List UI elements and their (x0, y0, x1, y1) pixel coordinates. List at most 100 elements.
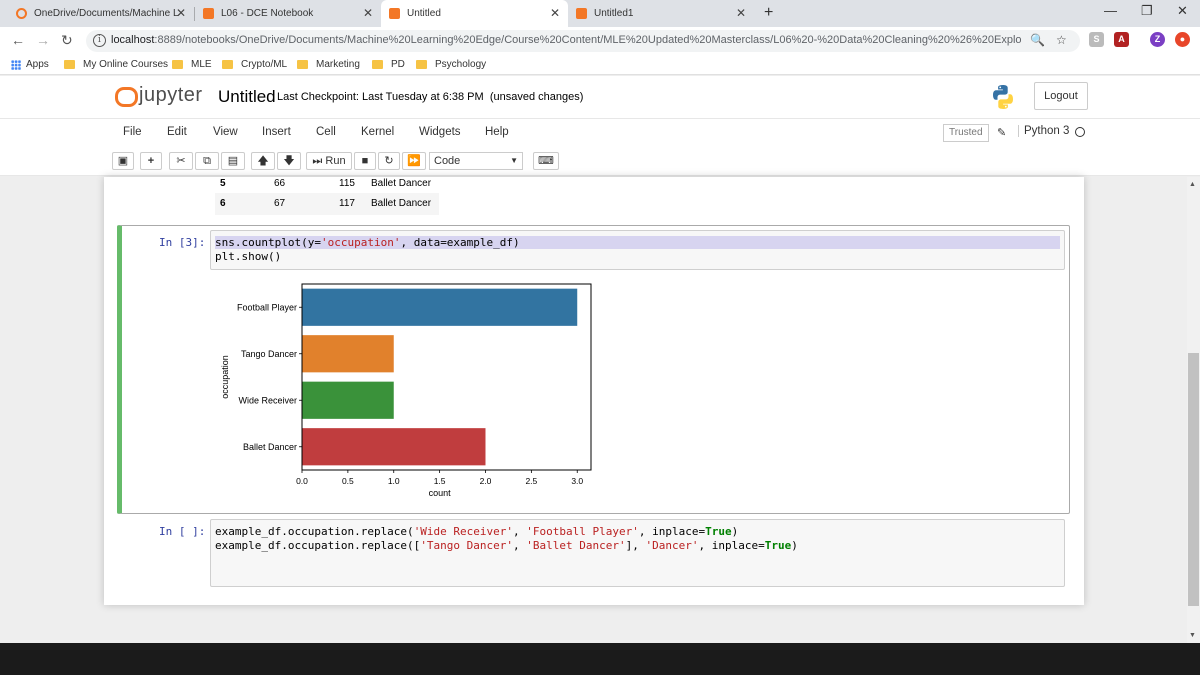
browser-tab-active[interactable]: Untitled ✕ (381, 0, 568, 27)
menu-widgets[interactable]: Widgets (419, 126, 461, 138)
bookmarks-bar: Apps My Online Courses MLE Crypto/ML Mar… (0, 55, 1200, 75)
folder-icon (222, 60, 233, 69)
omnibox[interactable]: i localhost:8889/notebooks/OneDrive/Docu… (86, 30, 1080, 52)
apps-grid-icon (11, 59, 21, 70)
menu-file[interactable]: File (123, 126, 142, 138)
tab-close-icon[interactable]: ✕ (176, 7, 186, 19)
checkpoint-text: Last Checkpoint: Last Tuesday at 6:38 PM (277, 91, 484, 103)
menu-edit[interactable]: Edit (167, 126, 187, 138)
kernel-name[interactable]: Python 3 (1018, 125, 1069, 137)
run-button[interactable]: ⏭ Run (306, 152, 352, 170)
cell-value: Ballet Dancer (371, 178, 432, 189)
folder-icon (416, 60, 427, 69)
bookmark-label: Crypto/ML (241, 59, 288, 70)
bookmark-folder[interactable]: Crypto/ML (222, 59, 287, 70)
code-line: example_df.occupation.replace('Wide Rece… (215, 525, 739, 538)
bookmark-apps[interactable]: Apps (11, 59, 49, 70)
trusted-badge[interactable]: Trusted (943, 124, 989, 142)
zoom-icon[interactable]: 🔍 (1030, 33, 1045, 47)
folder-icon (64, 60, 75, 69)
jupyter-logo[interactable]: jupyter (114, 84, 203, 107)
menu-insert[interactable]: Insert (262, 126, 291, 138)
cell-value: 67 (274, 198, 286, 209)
paste-icon[interactable]: ▤ (221, 152, 245, 170)
menu-view[interactable]: View (213, 126, 238, 138)
copy-icon[interactable]: ⧉ (195, 152, 219, 170)
y-tick-label: Wide Receiver (238, 395, 297, 405)
restart-icon[interactable]: ↻ (378, 152, 400, 170)
jupyter-logo-icon (114, 85, 138, 107)
x-axis-label: count (429, 488, 452, 498)
pdf-extension-icon[interactable]: A (1114, 32, 1129, 47)
x-tick-label: 1.5 (434, 476, 446, 486)
window-close-icon[interactable]: ✕ (1177, 3, 1188, 19)
scroll-up-icon[interactable]: ▲ (1189, 181, 1196, 188)
menu-help[interactable]: Help (485, 126, 509, 138)
menubar: File Edit View Insert Cell Kernel Widget… (0, 118, 1200, 146)
chart-bar (302, 428, 486, 466)
x-tick-label: 0.0 (296, 476, 308, 486)
tab-close-icon[interactable]: ✕ (550, 7, 560, 19)
row-index: 5 (220, 178, 226, 189)
browser-tab[interactable]: Untitled1 ✕ (568, 0, 754, 27)
code-line: example_df.occupation.replace(['Tango Da… (215, 539, 798, 552)
y-tick-label: Ballet Dancer (243, 442, 297, 452)
site-info-icon[interactable]: i (93, 34, 106, 47)
restart-run-all-icon[interactable]: ⏩ (402, 152, 426, 170)
extension-icon[interactable]: ● (1175, 32, 1190, 47)
cell-value: Ballet Dancer (371, 198, 432, 209)
countplot-chart: Football Player Tango Dancer Wide Receiver… (220, 283, 592, 498)
bookmark-folder[interactable]: Psychology (416, 59, 486, 70)
url-text[interactable]: localhost:8889/notebooks/OneDrive/Docume… (111, 34, 1021, 46)
browser-tab[interactable]: OneDrive/Documents/Machine L ✕ (8, 0, 194, 27)
code-line: sns.countplot(y='occupation', data=examp… (215, 236, 1060, 249)
move-up-icon[interactable]: 🡅 (251, 152, 275, 170)
tab-title: Untitled1 (594, 8, 634, 19)
profile-avatar[interactable]: Z (1150, 32, 1165, 47)
y-axis-label: occupation (220, 355, 230, 399)
cut-icon[interactable]: ✂ (169, 152, 193, 170)
bookmark-folder[interactable]: My Online Courses (64, 59, 168, 70)
tab-close-icon[interactable]: ✕ (736, 7, 746, 19)
notebook-toolbar: ▣ + ✂ ⧉ ▤ 🡅 🡇 ⏭ Run ■ ↻ ⏩ Code ▼ ⌨ (0, 146, 1200, 176)
new-tab-icon[interactable]: + (764, 4, 773, 22)
y-tick-label: Football Player (237, 302, 297, 312)
checkpoint-status: Last Checkpoint: Last Tuesday at 6:38 PM… (277, 91, 583, 103)
bookmark-folder[interactable]: PD (372, 59, 405, 70)
back-icon[interactable]: ← (11, 32, 25, 48)
forward-icon[interactable]: → (36, 32, 50, 48)
scroll-down-icon[interactable]: ▼ (1189, 632, 1196, 639)
tab-title: L06 - DCE Notebook (221, 8, 314, 19)
cell-type-select[interactable]: Code ▼ (429, 152, 523, 170)
scrollbar-thumb[interactable] (1188, 353, 1199, 606)
tab-close-icon[interactable]: ✕ (363, 7, 373, 19)
cell-value: 117 (339, 198, 355, 209)
cell-prompt: In [ ]: (159, 525, 206, 538)
move-down-icon[interactable]: 🡇 (277, 152, 301, 170)
insert-cell-icon[interactable]: + (140, 152, 162, 170)
run-label: Run (325, 155, 346, 167)
menu-cell[interactable]: Cell (316, 126, 336, 138)
keyboard-shortcuts-icon[interactable]: ⌨ (533, 152, 559, 170)
minimize-icon[interactable]: — (1104, 3, 1117, 18)
save-icon[interactable]: ▣ (112, 152, 134, 170)
restore-icon[interactable]: ❐ (1141, 3, 1153, 19)
x-tick-label: 2.5 (525, 476, 537, 486)
bookmark-folder[interactable]: MLE (172, 59, 212, 70)
edit-pencil-icon[interactable]: ✎ (997, 126, 1006, 139)
interrupt-icon[interactable]: ■ (354, 152, 376, 170)
logout-button[interactable]: Logout (1034, 82, 1088, 110)
extension-icon[interactable]: S (1089, 32, 1104, 47)
x-tick-label: 2.0 (480, 476, 492, 486)
tab-title: OneDrive/Documents/Machine L (34, 8, 179, 19)
bookmark-star-icon[interactable]: ☆ (1056, 33, 1067, 47)
bookmark-folder[interactable]: Marketing (297, 59, 360, 70)
bookmark-label: My Online Courses (83, 59, 169, 70)
reload-icon[interactable]: ↻ (61, 32, 73, 49)
browser-tab[interactable]: L06 - DCE Notebook ✕ (195, 0, 381, 27)
python-logo-icon (993, 85, 1013, 109)
notebook-name[interactable]: Untitled (218, 87, 276, 107)
menu-kernel[interactable]: Kernel (361, 126, 394, 138)
address-bar-row: ← → ↻ i localhost:8889/notebooks/OneDriv… (0, 27, 1200, 55)
cell-value: 66 (274, 178, 286, 189)
